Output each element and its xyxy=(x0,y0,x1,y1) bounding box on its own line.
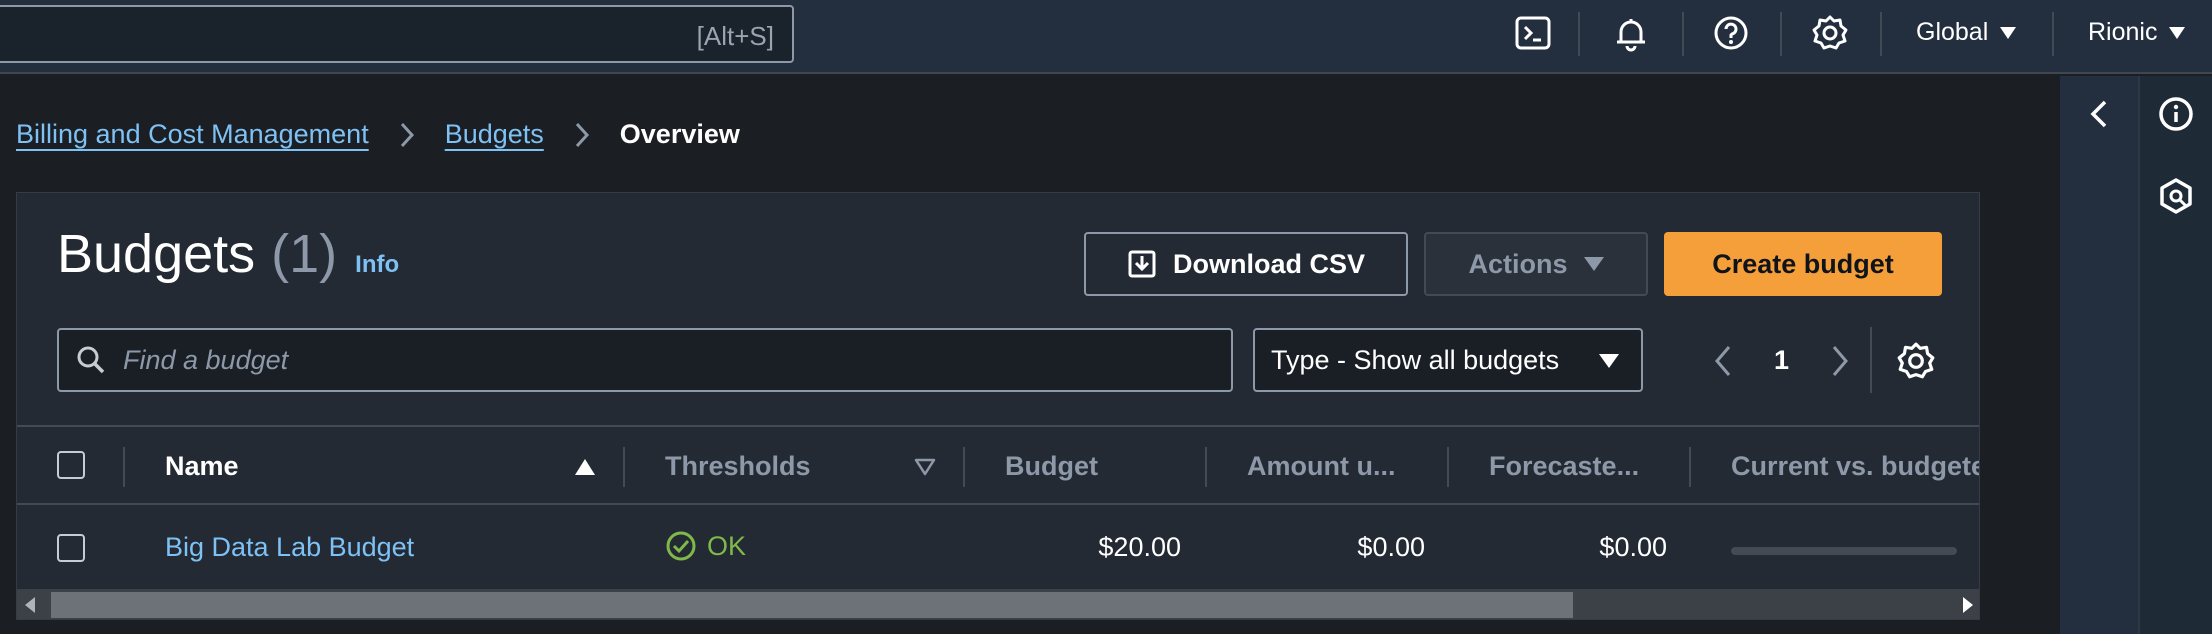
create-budget-label: Create budget xyxy=(1712,248,1894,279)
topbar-divider xyxy=(1780,12,1782,56)
top-navigation-bar: [Alt+S] Global Rionic xyxy=(0,0,2212,74)
column-divider xyxy=(1447,447,1449,487)
threshold-status-label: OK xyxy=(707,530,747,561)
sort-ascending-icon[interactable] xyxy=(573,457,597,477)
create-budget-button[interactable]: Create budget xyxy=(1664,232,1942,296)
right-tools-rail xyxy=(2138,76,2212,634)
panel-header: Budgets (1) Info xyxy=(57,223,399,285)
help-icon[interactable] xyxy=(1712,14,1750,52)
search-icon xyxy=(77,346,105,374)
breadcrumb-budgets[interactable]: Budgets xyxy=(445,119,544,150)
column-header-budget[interactable]: Budget xyxy=(1005,451,1098,482)
region-label: Global xyxy=(1916,18,1989,46)
account-label: Rionic xyxy=(2088,18,2158,46)
budget-amount: $20.00 xyxy=(1098,532,1181,562)
pager-divider xyxy=(1870,327,1872,393)
topbar-divider xyxy=(2052,12,2054,56)
breadcrumb-billing[interactable]: Billing and Cost Management xyxy=(16,119,369,150)
settings-icon[interactable] xyxy=(1811,14,1849,52)
region-selector[interactable]: Global xyxy=(1916,18,2017,47)
budget-count: (1) xyxy=(271,224,338,284)
download-icon xyxy=(1128,250,1156,278)
budgets-table-panel: Budgets (1) Info Download CSV Actions Cr… xyxy=(16,192,1980,620)
column-divider xyxy=(1205,447,1207,487)
search-shortcut-hint: [Alt+S] xyxy=(696,21,774,51)
notifications-icon[interactable] xyxy=(1612,14,1650,52)
download-csv-label: Download CSV xyxy=(1172,248,1365,279)
column-header-name[interactable]: Name xyxy=(165,451,239,482)
column-divider xyxy=(1689,447,1691,487)
select-all-checkbox[interactable] xyxy=(57,451,85,479)
chevron-right-icon xyxy=(544,120,620,150)
amount-used: $0.00 xyxy=(1357,532,1425,562)
table-preferences-gear-icon[interactable] xyxy=(1896,341,1936,381)
type-filter-value: Type - Show all budgets xyxy=(1271,344,1560,375)
horizontal-scrollbar[interactable] xyxy=(17,589,1979,619)
table-header: Name Thresholds Budget Amount u... Forec… xyxy=(17,425,1979,505)
collapse-panel-icon[interactable] xyxy=(2080,94,2120,134)
column-header-forecasted[interactable]: Forecaste... xyxy=(1489,451,1639,482)
forecasted-amount: $0.00 xyxy=(1599,532,1667,562)
topbar-divider xyxy=(1578,12,1580,56)
actions-button[interactable]: Actions xyxy=(1424,232,1648,296)
column-divider xyxy=(963,447,965,487)
sort-descending-icon[interactable] xyxy=(913,457,937,477)
topbar-divider xyxy=(1880,12,1882,56)
column-divider xyxy=(123,447,125,487)
page-number[interactable]: 1 xyxy=(1774,345,1789,376)
type-filter-select[interactable]: Type - Show all budgets xyxy=(1253,328,1643,392)
row-select-checkbox[interactable] xyxy=(57,534,85,562)
side-panel-toggle-area xyxy=(2060,76,2138,634)
threshold-status: OK xyxy=(665,530,746,562)
resource-explorer-icon[interactable] xyxy=(2156,176,2196,216)
caret-down-icon xyxy=(1583,257,1604,271)
global-search-input[interactable]: [Alt+S] xyxy=(0,5,794,63)
info-link[interactable]: Info xyxy=(355,251,399,279)
page-title: Budgets xyxy=(57,224,256,284)
breadcrumb: Billing and Cost Management Budgets Over… xyxy=(16,119,740,150)
search-input[interactable] xyxy=(123,330,1213,390)
previous-page-icon[interactable] xyxy=(1709,343,1739,379)
caret-down-icon xyxy=(2000,26,2017,39)
scrollbar-thumb[interactable] xyxy=(51,592,1573,618)
column-header-current-vs-budgeted[interactable]: Current vs. budgete xyxy=(1731,451,1979,482)
scroll-left-arrow-icon[interactable] xyxy=(25,597,35,613)
chevron-right-icon xyxy=(369,120,445,150)
caret-down-icon xyxy=(1599,354,1619,368)
scroll-right-arrow-icon[interactable] xyxy=(1963,597,1973,613)
table-row: Big Data Lab Budget OK $20.00 $0.00 $0.0… xyxy=(17,506,1979,592)
find-budget-field[interactable] xyxy=(57,328,1233,392)
column-header-amount-used[interactable]: Amount u... xyxy=(1247,451,1395,482)
success-check-icon xyxy=(666,531,696,561)
column-header-thresholds[interactable]: Thresholds xyxy=(665,451,811,482)
account-menu[interactable]: Rionic xyxy=(2088,18,2186,47)
current-vs-budget-bar xyxy=(1731,547,1957,555)
next-page-icon[interactable] xyxy=(1824,343,1854,379)
actions-label: Actions xyxy=(1468,248,1568,279)
info-panel-icon[interactable] xyxy=(2156,94,2196,134)
download-csv-button[interactable]: Download CSV xyxy=(1084,232,1408,296)
breadcrumb-current: Overview xyxy=(619,119,740,149)
cloudshell-icon[interactable] xyxy=(1514,14,1552,52)
column-divider xyxy=(623,447,625,487)
caret-down-icon xyxy=(2169,26,2186,39)
topbar-divider xyxy=(1682,12,1684,56)
budget-name-link[interactable]: Big Data Lab Budget xyxy=(165,532,414,563)
